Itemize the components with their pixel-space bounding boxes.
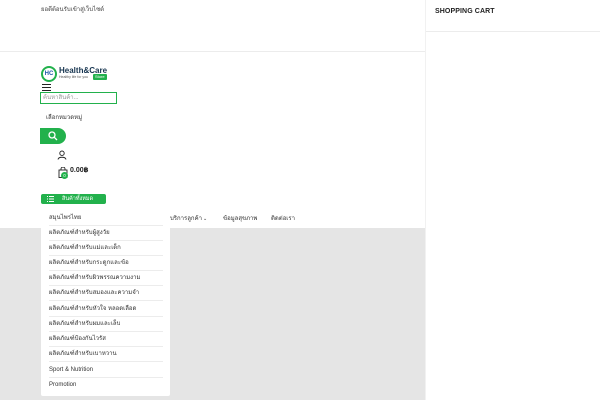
logo-tagline: Healthy life for you bbox=[59, 75, 88, 79]
nav-item-health-info[interactable]: ข้อมูลสุขภาพ bbox=[223, 213, 257, 223]
category-item[interactable]: Sport & Nutrition bbox=[49, 363, 163, 378]
search-button[interactable] bbox=[40, 128, 66, 144]
chevron-down-icon: ⌄ bbox=[202, 216, 208, 222]
nav-item-contact[interactable]: ติดต่อเรา bbox=[271, 213, 295, 223]
shopping-cart-panel: SHOPPING CART bbox=[425, 0, 600, 400]
category-item[interactable]: ผลิตภัณฑ์สำหรับสมองและความจำ bbox=[49, 286, 163, 301]
logo-mark: HC bbox=[41, 66, 57, 82]
nav-item-label: ข้อมูลสุขภาพ bbox=[223, 216, 258, 222]
category-item[interactable]: ผลิตภัณฑ์สำหรับกระดูกและข้อ bbox=[49, 256, 163, 271]
category-select[interactable]: เลือกหมวดหมู่ bbox=[46, 112, 82, 122]
logo-store-badge: Store bbox=[93, 74, 107, 80]
category-item[interactable]: ผลิตภัณฑ์สำหรับผู้สูงวัย bbox=[49, 226, 163, 241]
category-item[interactable]: ผลิตภัณฑ์ป้องกันไวรัส bbox=[49, 332, 163, 347]
category-item[interactable]: Promotion bbox=[49, 378, 163, 393]
category-item[interactable]: ผลิตภัณฑ์สำหรับแม่และเด็ก bbox=[49, 241, 163, 256]
list-icon bbox=[47, 196, 54, 202]
category-item[interactable]: ผลิตภัณฑ์สำหรับหัวใจ หลอดเลือด bbox=[49, 302, 163, 317]
cart-count-badge: 0 bbox=[61, 172, 68, 179]
category-item[interactable]: ผลิตภัณฑ์สำหรับเบาหวาน bbox=[49, 347, 163, 362]
all-products-label: สินค้าทั้งหมด bbox=[62, 196, 94, 202]
cart-panel-divider bbox=[426, 31, 600, 32]
nav-item-label: ติดต่อเรา bbox=[271, 216, 295, 222]
category-item[interactable]: สมุนไพรไทย bbox=[49, 211, 163, 226]
cart-panel-title: SHOPPING CART bbox=[435, 8, 495, 15]
category-item[interactable]: ผลิตภัณฑ์สำหรับผิวพรรณความงาม bbox=[49, 271, 163, 286]
nav-item-customer-service[interactable]: บริการลูกค้า⌄ bbox=[170, 213, 207, 223]
user-icon[interactable] bbox=[57, 147, 67, 165]
search-icon bbox=[48, 131, 58, 141]
cart-total[interactable]: 0.00฿ bbox=[70, 166, 89, 174]
site-logo[interactable]: HC Health&Care Healthy life for you Stor… bbox=[41, 66, 111, 82]
category-dropdown: สมุนไพรไทย ผลิตภัณฑ์สำหรับผู้สูงวัย ผลิต… bbox=[41, 208, 170, 396]
header-divider bbox=[0, 51, 425, 52]
welcome-text: ยอดีต้อนรับเข้าสู่เว็บไซต์ bbox=[41, 7, 105, 13]
hamburger-icon[interactable] bbox=[42, 84, 51, 91]
search-input[interactable] bbox=[40, 92, 117, 104]
nav-item-label: บริการลูกค้า bbox=[170, 216, 202, 222]
category-item[interactable]: ผลิตภัณฑ์สำหรับผมและเล็บ bbox=[49, 317, 163, 332]
all-products-button[interactable]: สินค้าทั้งหมด bbox=[41, 194, 106, 204]
